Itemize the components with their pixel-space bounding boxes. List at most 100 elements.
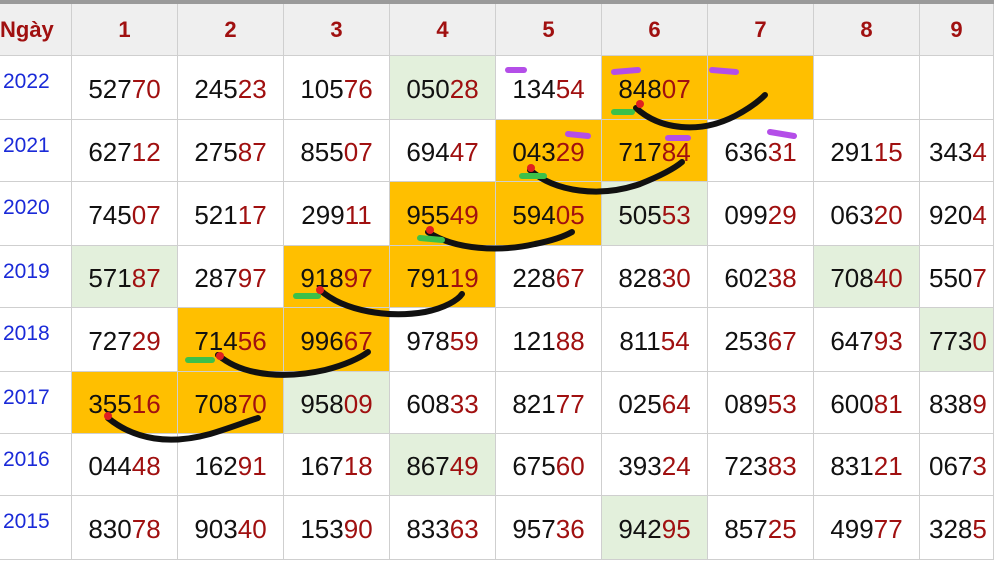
number-head: 153 (300, 514, 344, 544)
number-head: 063 (830, 200, 874, 230)
number-cell: 918 97 (284, 246, 390, 308)
number-head: 811 (619, 326, 661, 356)
number-tail: 70 (237, 389, 267, 419)
number-head: 099 (724, 200, 768, 230)
number-tail: 87 (237, 137, 267, 167)
number-tail: 67 (343, 326, 373, 356)
number-cell: 608 33 (390, 372, 496, 434)
number-tail: 60 (555, 451, 585, 481)
number-cell: 291 15 (814, 120, 920, 182)
number-tail: 77 (873, 514, 903, 544)
top-divider (0, 0, 994, 4)
year-label: 2015 (0, 496, 72, 560)
number-cell: 044 48 (72, 434, 178, 496)
number-tail: 15 (873, 137, 903, 167)
number-head: 833 (406, 514, 450, 544)
number-tail: 54 (555, 74, 585, 104)
number-cell: 857 25 (708, 496, 814, 560)
number-cell: 830 78 (72, 496, 178, 560)
number-cell: 855 07 (284, 120, 390, 182)
number-tail: 83 (767, 451, 797, 481)
number-cell: 328 5 (920, 496, 994, 560)
number-head: 791 (406, 263, 450, 293)
number-tail: 76 (343, 74, 373, 104)
number-tail: 3 (972, 451, 987, 481)
number-cell: 821 77 (496, 372, 602, 434)
number-cell: 521 17 (178, 182, 284, 246)
number-head: 050 (406, 74, 450, 104)
number-head: 550 (929, 263, 973, 293)
number-tail: 11 (344, 200, 372, 230)
number-head: 855 (300, 137, 344, 167)
header-col-9: 9 (920, 4, 994, 56)
number-head: 608 (406, 389, 450, 419)
number-head: 838 (929, 389, 973, 419)
number-head: 714 (194, 326, 238, 356)
number-cell: 343 4 (920, 120, 994, 182)
header-col-8: 8 (814, 4, 920, 56)
number-tail: 90 (343, 514, 373, 544)
number-head: 025 (618, 389, 662, 419)
number-cell: 714 56 (178, 308, 284, 372)
number-cell: 627 12 (72, 120, 178, 182)
number-cell: 708 40 (814, 246, 920, 308)
number-tail: 49 (449, 451, 479, 481)
number-head: 527 (88, 74, 132, 104)
number-cell (920, 56, 994, 120)
number-head: 830 (88, 514, 132, 544)
number-tail: 5 (972, 514, 987, 544)
number-cell: 811 54 (602, 308, 708, 372)
number-cell: 153 90 (284, 496, 390, 560)
number-cell (708, 56, 814, 120)
number-cell: 942 95 (602, 496, 708, 560)
number-tail: 97 (343, 263, 373, 293)
number-head: 594 (512, 200, 556, 230)
number-head: 821 (512, 389, 556, 419)
header-col-7: 7 (708, 4, 814, 56)
number-tail: 67 (767, 326, 797, 356)
number-tail: 19 (449, 263, 479, 293)
number-tail: 09 (343, 389, 373, 419)
number-tail: 25 (767, 514, 797, 544)
number-cell: 647 93 (814, 308, 920, 372)
number-head: 918 (300, 263, 344, 293)
number-cell: 167 18 (284, 434, 390, 496)
number-cell: 355 16 (72, 372, 178, 434)
number-head: 903 (194, 514, 238, 544)
number-cell: 694 47 (390, 120, 496, 182)
header-day-label: Ngày (0, 4, 72, 56)
number-head: 636 (724, 137, 768, 167)
number-cell: 791 19 (390, 246, 496, 308)
number-tail: 07 (131, 200, 161, 230)
year-label: 2022 (0, 56, 72, 120)
number-head: 067 (929, 451, 973, 481)
number-cell: 253 67 (708, 308, 814, 372)
number-tail: 29 (767, 200, 797, 230)
number-cell: 162 91 (178, 434, 284, 496)
number-tail: 07 (661, 74, 691, 104)
number-cell: 867 49 (390, 434, 496, 496)
number-tail: 31 (767, 137, 797, 167)
number-head: 647 (830, 326, 874, 356)
year-label: 2016 (0, 434, 72, 496)
number-head: 287 (194, 263, 238, 293)
number-cell: 134 54 (496, 56, 602, 120)
number-cell: 838 9 (920, 372, 994, 434)
number-head: 848 (618, 74, 662, 104)
number-cell: 828 30 (602, 246, 708, 308)
number-tail: 48 (131, 451, 161, 481)
number-cell: 978 59 (390, 308, 496, 372)
number-tail: 87 (131, 263, 161, 293)
number-cell: 050 28 (390, 56, 496, 120)
year-label: 2021 (0, 120, 72, 182)
number-head: 245 (194, 74, 238, 104)
number-head: 723 (724, 451, 768, 481)
number-tail: 16 (131, 389, 161, 419)
number-head: 393 (618, 451, 662, 481)
number-head: 505 (618, 200, 662, 230)
header-col-6: 6 (602, 4, 708, 56)
number-tail: 18 (343, 451, 373, 481)
number-cell: 602 38 (708, 246, 814, 308)
number-head: 571 (88, 263, 132, 293)
number-tail: 29 (131, 326, 161, 356)
